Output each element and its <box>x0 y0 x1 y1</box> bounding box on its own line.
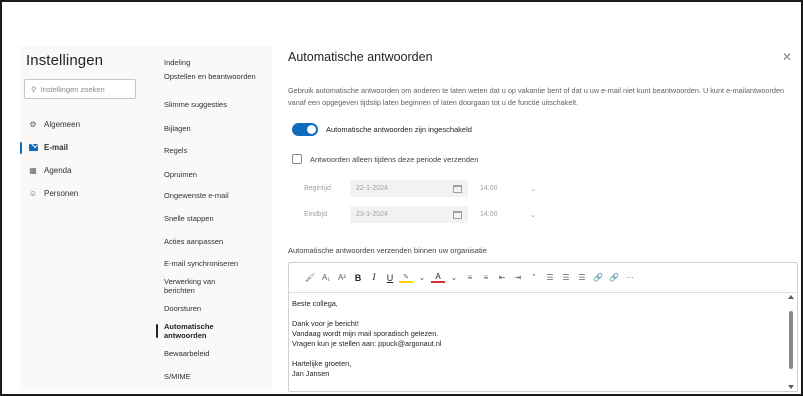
menu-item-regels[interactable]: Regels <box>164 146 264 155</box>
end-time-value: 14:00 <box>480 211 498 218</box>
chevron-down-icon[interactable]: ⌄ <box>447 270 461 286</box>
increase-indent-icon[interactable]: ⇥ <box>511 270 525 286</box>
align-right-icon[interactable]: ☰ <box>575 270 589 286</box>
menu-item-slimme-suggesties[interactable]: Slimme suggesties <box>164 100 264 109</box>
chevron-down-icon: ⌄ <box>530 185 536 193</box>
align-center-icon[interactable]: ☰ <box>559 270 573 286</box>
category-email[interactable]: E-mail <box>20 136 144 159</box>
settings-sidebar: Instellingen ⚲ Instellingen zoeken ⚙ Alg… <box>20 46 144 391</box>
settings-search-input[interactable]: ⚲ Instellingen zoeken <box>24 79 136 99</box>
start-time-row: Begintijd 22-1-2024 14:00 ⌄ <box>304 180 540 197</box>
end-date-value: 23-1-2024 <box>356 211 388 218</box>
font-color-icon[interactable]: A <box>431 272 445 283</box>
italic-icon[interactable]: I <box>367 270 381 286</box>
panel-title: Automatische antwoorden <box>288 50 433 64</box>
auto-reply-toggle[interactable] <box>292 123 318 136</box>
menu-item-bijlagen[interactable]: Bijlagen <box>164 124 264 133</box>
calendar-icon <box>453 184 462 193</box>
message-line: Vragen kun je stellen aan: ppuck@argonau… <box>292 339 442 348</box>
panel-description: Gebruik automatische antwoorden om ander… <box>288 86 785 107</box>
settings-title: Instellingen <box>26 52 104 69</box>
bold-icon[interactable]: B <box>351 270 365 286</box>
message-editor[interactable]: 🖌 A₁ A² B I U ✎ ⌄ A ⌄ ≡ ≡ ⇤ ⇥ ” ☰ ☰ ☰ 🔗 … <box>288 262 798 392</box>
menu-item-smime[interactable]: S/MIME <box>164 372 264 381</box>
underline-icon[interactable]: U <box>383 270 397 286</box>
format-painter-icon[interactable]: 🖌 <box>303 270 317 286</box>
menu-item-bewaarbeleid[interactable]: Bewaarbeleid <box>164 349 264 358</box>
message-line: Hartelijke groeten, <box>292 359 352 368</box>
start-date-value: 22-1-2024 <box>356 185 388 192</box>
period-checkbox[interactable] <box>292 154 302 164</box>
end-time-row: Eindtijd 23-1-2024 14:00 ⌄ <box>304 206 540 223</box>
start-time-label: Begintijd <box>304 185 331 192</box>
format-toolbar: 🖌 A₁ A² B I U ✎ ⌄ A ⌄ ≡ ≡ ⇤ ⇥ ” ☰ ☰ ☰ 🔗 … <box>289 263 797 293</box>
mail-icon <box>28 143 38 153</box>
message-line <box>292 349 797 359</box>
align-left-icon[interactable]: ☰ <box>543 270 557 286</box>
message-line <box>292 309 797 319</box>
category-personen[interactable]: ☺ Personen <box>20 182 144 205</box>
menu-item-automatische-antwoorden[interactable]: Automatische antwoorden <box>156 322 244 340</box>
menu-item-opruimen[interactable]: Opruimen <box>164 170 264 179</box>
menu-item-email-synchroniseren[interactable]: E-mail synchroniseren <box>164 259 264 268</box>
font-size-icon[interactable]: A₁ <box>319 270 333 286</box>
internal-replies-label: Automatische antwoorden verzenden binnen… <box>288 246 487 255</box>
decrease-indent-icon[interactable]: ⇤ <box>495 270 509 286</box>
end-date-picker[interactable]: 23-1-2024 <box>350 206 468 223</box>
scrollbar-thumb[interactable] <box>789 311 793 369</box>
end-time-label: Eindtijd <box>304 211 327 218</box>
message-line: Dank voor je bericht! <box>292 319 359 328</box>
menu-item-indeling[interactable]: Indeling <box>164 58 264 67</box>
people-icon: ☺ <box>28 189 38 198</box>
menu-item-opstellen[interactable]: Opstellen en beantwoorden <box>164 72 264 81</box>
top-bar <box>2 2 801 40</box>
quote-icon[interactable]: ” <box>527 270 541 286</box>
bullet-list-icon[interactable]: ≡ <box>463 270 477 286</box>
search-placeholder: Instellingen zoeken <box>40 84 105 94</box>
start-time-select[interactable]: 14:00 ⌄ <box>476 180 540 197</box>
settings-categories: ⚙ Algemeen E-mail ▦ Agenda ☺ Personen <box>20 113 144 205</box>
scroll-up-icon[interactable] <box>788 295 794 299</box>
message-line: Beste collega, <box>292 299 338 308</box>
auto-replies-panel: Automatische antwoorden ✕ Gebruik automa… <box>272 40 801 394</box>
menu-item-doorsturen[interactable]: Doorsturen <box>164 304 264 313</box>
auto-reply-toggle-label: Automatische antwoorden zijn ingeschakel… <box>326 125 472 134</box>
end-time-select[interactable]: 14:00 ⌄ <box>476 206 540 223</box>
menu-item-ongewenste-email[interactable]: Ongewenste e-mail <box>164 191 264 200</box>
editor-scrollbar[interactable] <box>787 293 795 391</box>
period-row: Antwoorden alleen tijdens deze periode v… <box>292 154 478 164</box>
gear-icon: ⚙ <box>29 120 37 129</box>
message-body[interactable]: Beste collega, Dank voor je bericht! Van… <box>289 293 797 379</box>
mail-settings-menu: Indeling Opstellen en beantwoorden Slimm… <box>144 46 272 391</box>
unlink-icon[interactable]: 🔗 <box>607 270 621 286</box>
message-line: Vandaag wordt mijn mail sporadisch gelez… <box>292 329 439 338</box>
app-window: Instellingen ⚲ Instellingen zoeken ⚙ Alg… <box>0 0 803 396</box>
highlight-icon[interactable]: ✎ <box>399 273 413 283</box>
auto-reply-toggle-row: Automatische antwoorden zijn ingeschakel… <box>292 123 472 136</box>
grow-font-icon[interactable]: A² <box>335 270 349 286</box>
chevron-down-icon: ⌄ <box>530 211 536 219</box>
menu-item-verwerking-berichten[interactable]: Verwerking van berichten <box>164 277 244 295</box>
link-icon[interactable]: 🔗 <box>591 270 605 286</box>
close-icon[interactable]: ✕ <box>782 50 792 64</box>
category-agenda[interactable]: ▦ Agenda <box>20 159 144 182</box>
category-label: E-mail <box>44 143 69 152</box>
category-label: Agenda <box>44 166 72 175</box>
menu-item-acties-aanpassen[interactable]: Acties aanpassen <box>164 237 264 246</box>
numbered-list-icon[interactable]: ≡ <box>479 270 493 286</box>
chevron-down-icon[interactable]: ⌄ <box>415 270 429 286</box>
calendar-icon <box>453 210 462 219</box>
period-label: Antwoorden alleen tijdens deze periode v… <box>310 154 479 164</box>
category-label: Personen <box>44 189 79 198</box>
message-line: Jan Jansen <box>292 369 330 378</box>
start-time-value: 14:00 <box>480 185 498 192</box>
category-algemeen[interactable]: ⚙ Algemeen <box>20 113 144 136</box>
scroll-down-icon[interactable] <box>788 385 794 389</box>
start-date-picker[interactable]: 22-1-2024 <box>350 180 468 197</box>
search-icon: ⚲ <box>31 84 37 94</box>
more-options-icon[interactable]: ··· <box>623 270 637 286</box>
calendar-icon: ▦ <box>29 166 37 175</box>
category-label: Algemeen <box>44 120 81 129</box>
menu-item-snelle-stappen[interactable]: Snelle stappen <box>164 214 264 223</box>
